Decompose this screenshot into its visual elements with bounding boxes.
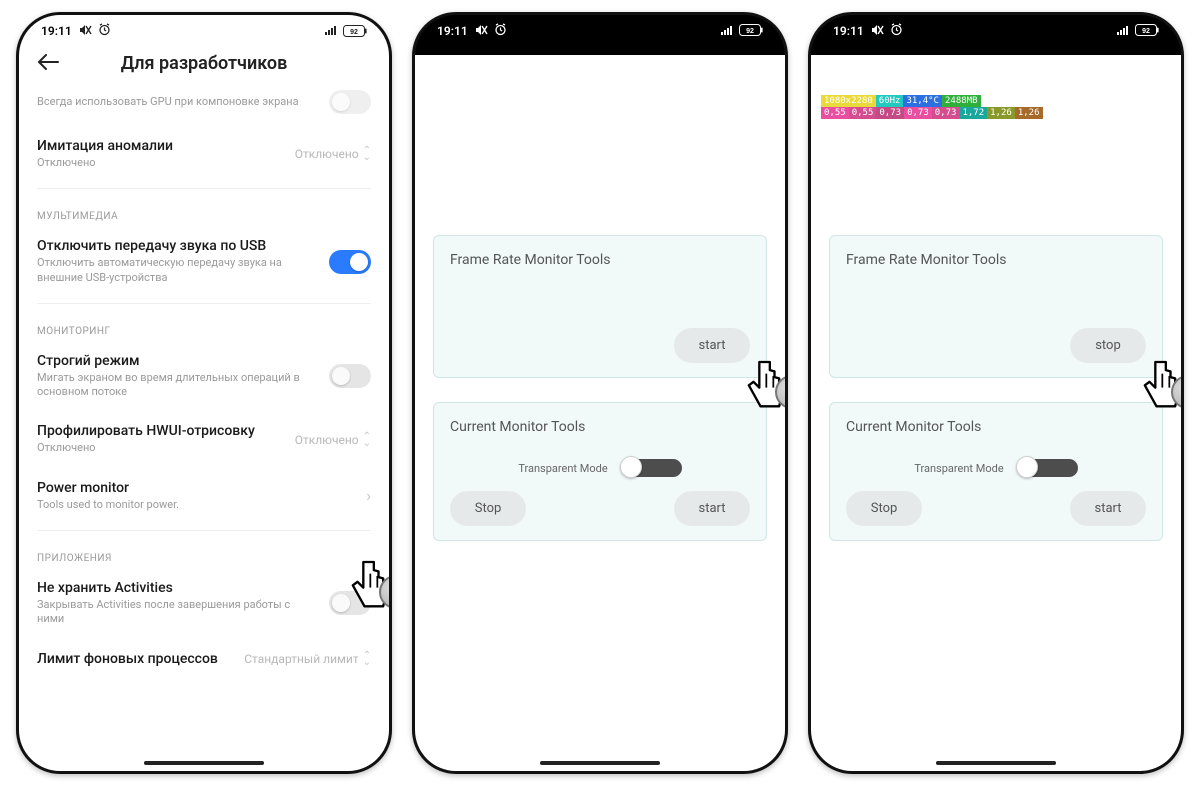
status-bar: 19:11 92 xyxy=(811,15,1181,41)
battery-icon: 92 xyxy=(739,24,763,39)
toggle-usb-audio[interactable] xyxy=(329,250,371,274)
phone-screenshot-1: 19:11 92 Для разработчиков Всегда исполь… xyxy=(16,12,392,774)
mute-icon xyxy=(474,24,488,39)
chevron-updown-icon: ⌃⌄ xyxy=(363,433,371,447)
setting-strict-mode[interactable]: Строгий режим Мигать экраном во время дл… xyxy=(37,341,371,412)
setting-disable-usb-audio[interactable]: Отключить передачу звука по USB Отключит… xyxy=(37,226,371,297)
overlay-temperature: 31,4°C xyxy=(903,95,942,107)
card-title: Current Monitor Tools xyxy=(846,419,1146,435)
status-time: 19:11 xyxy=(833,24,864,38)
section-monitoring: МОНИТОРИНГ xyxy=(37,326,371,337)
transparent-mode-toggle[interactable] xyxy=(1018,459,1078,477)
chevron-updown-icon: ⌃⌄ xyxy=(363,147,371,161)
setting-dont-keep-activities[interactable]: Не хранить Activities Закрывать Activiti… xyxy=(37,568,371,639)
svg-text:92: 92 xyxy=(746,27,754,34)
overlay-resolution: 1080x2280 xyxy=(821,95,876,107)
page-title: Для разработчиков xyxy=(19,53,389,74)
stop-button[interactable]: stop xyxy=(1070,328,1146,363)
toggle-activities[interactable] xyxy=(329,591,371,615)
transparent-mode-label: Transparent Mode xyxy=(914,462,1003,475)
phone-screenshot-2: 19:11 92 Frame Rate Monitor Tools start xyxy=(412,12,788,774)
back-button[interactable] xyxy=(37,51,67,76)
setting-profile-hwui[interactable]: Профилировать HWUI-отрисовку Отключено О… xyxy=(37,411,371,467)
current-monitor-card: Current Monitor Tools Transparent Mode S… xyxy=(433,402,767,541)
overlay-core-4: 0,73 xyxy=(932,107,960,119)
setting-gpu-compositing[interactable]: Всегда использовать GPU при компоновке э… xyxy=(37,90,371,126)
alarm-icon xyxy=(98,23,111,39)
bg-limit-value: Стандартный лимит ⌃⌄ xyxy=(244,652,371,666)
mute-icon xyxy=(870,24,884,39)
overlay-core-3: 0,73 xyxy=(904,107,932,119)
anomaly-value: Отключено ⌃⌄ xyxy=(295,147,371,161)
settings-list[interactable]: Всегда использовать GPU при компоновке э… xyxy=(19,90,389,679)
page-header: Для разработчиков xyxy=(19,41,389,90)
signal-icon xyxy=(1117,24,1131,38)
start-button[interactable]: start xyxy=(1070,491,1146,526)
svg-text:92: 92 xyxy=(1142,27,1150,34)
perf-overlay: 1080x228060Hz31,4°C2488MB 0,550,550,730,… xyxy=(821,95,1043,119)
transparent-mode-toggle[interactable] xyxy=(622,459,682,477)
overlay-core-0: 0,55 xyxy=(821,107,849,119)
hwui-value: Отключено ⌃⌄ xyxy=(295,433,371,447)
battery-icon: 92 xyxy=(343,25,367,37)
phone-screenshot-3: 19:11 92 1080x228060Hz31,4°C2488MB 0,550… xyxy=(808,12,1184,774)
overlay-memory: 2488MB xyxy=(942,95,981,107)
status-time: 19:11 xyxy=(437,24,468,38)
stop-button[interactable]: Stop xyxy=(846,491,922,526)
setting-bg-process-limit[interactable]: Лимит фоновых процессов Стандартный лими… xyxy=(37,639,371,679)
card-title: Frame Rate Monitor Tools xyxy=(846,252,1146,268)
overlay-refresh: 60Hz xyxy=(876,95,904,107)
frame-rate-monitor-card: Frame Rate Monitor Tools stop xyxy=(829,235,1163,378)
toggle-strict[interactable] xyxy=(329,364,371,388)
status-bar: 19:11 92 xyxy=(19,15,389,41)
start-button[interactable]: start xyxy=(674,491,750,526)
chevron-right-icon: › xyxy=(366,486,371,505)
overlay-core-5: 1,72 xyxy=(959,107,987,119)
current-monitor-card: Current Monitor Tools Transparent Mode S… xyxy=(829,402,1163,541)
alarm-icon xyxy=(494,23,507,39)
stop-button[interactable]: Stop xyxy=(450,491,526,526)
battery-icon: 92 xyxy=(1135,24,1159,39)
setting-anomaly-simulation[interactable]: Имитация аномалии Отключено Отключено ⌃⌄ xyxy=(37,126,371,182)
frame-rate-monitor-card: Frame Rate Monitor Tools start xyxy=(433,235,767,378)
status-time: 19:11 xyxy=(41,24,72,38)
overlay-core-6: 1,26 xyxy=(987,107,1015,119)
card-title: Current Monitor Tools xyxy=(450,419,750,435)
overlay-core-7: 1,26 xyxy=(1015,107,1043,119)
section-multimedia: МУЛЬТИМЕДИА xyxy=(37,211,371,222)
signal-icon xyxy=(325,24,339,38)
svg-text:92: 92 xyxy=(350,29,358,36)
start-button[interactable]: start xyxy=(674,328,750,363)
mute-icon xyxy=(78,24,92,39)
overlay-core-1: 0,55 xyxy=(849,107,877,119)
overlay-core-2: 0,73 xyxy=(876,107,904,119)
status-bar: 19:11 92 xyxy=(415,15,785,41)
signal-icon xyxy=(721,24,735,38)
alarm-icon xyxy=(890,23,903,39)
chevron-updown-icon: ⌃⌄ xyxy=(363,652,371,666)
setting-power-monitor[interactable]: Power monitor Tools used to monitor powe… xyxy=(37,468,371,524)
card-title: Frame Rate Monitor Tools xyxy=(450,252,750,268)
transparent-mode-label: Transparent Mode xyxy=(518,462,607,475)
toggle-gpu[interactable] xyxy=(329,90,371,114)
section-apps: ПРИЛОЖЕНИЯ xyxy=(37,553,371,564)
